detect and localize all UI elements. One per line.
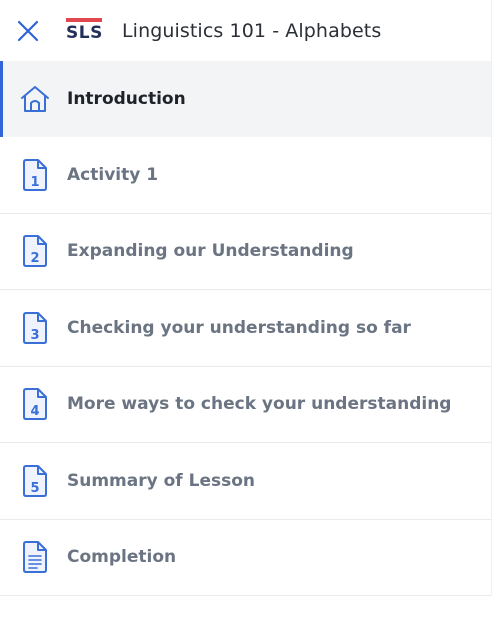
home-icon: [21, 86, 49, 112]
document-number-icon: 2: [23, 235, 47, 268]
nav-item-summary[interactable]: 5 Summary of Lesson: [0, 443, 492, 520]
close-button[interactable]: [0, 0, 56, 61]
document-lines-icon: [23, 541, 47, 574]
nav-item-label: More ways to check your understanding: [67, 394, 452, 415]
document-number-icon: 1: [23, 158, 47, 191]
document-number: 2: [30, 251, 39, 266]
nav-item-label: Introduction: [67, 89, 186, 109]
document-number-icon: 5: [23, 464, 47, 497]
nav-item-checking-understanding[interactable]: 3 Checking your understanding so far: [0, 290, 492, 367]
nav-item-label: Checking your understanding so far: [67, 317, 411, 338]
document-number: 1: [30, 175, 39, 190]
nav-item-introduction[interactable]: Introduction: [0, 61, 492, 137]
document-number: 3: [30, 328, 39, 343]
page-title: Linguistics 101 - Alphabets: [122, 19, 382, 42]
document-number-icon: 4: [23, 388, 47, 421]
sls-logo: SLS: [66, 17, 103, 44]
nav-item-expanding-understanding[interactable]: 2 Expanding our Understanding: [0, 213, 492, 290]
logo-text: SLS: [66, 22, 103, 43]
nav-item-label: Activity 1: [67, 164, 159, 185]
document-number: 5: [30, 481, 39, 496]
lesson-nav: Introduction 1 Activity 1 2 Expanding ou…: [0, 61, 492, 596]
document-number: 4: [30, 404, 39, 419]
nav-item-activity-1[interactable]: 1 Activity 1: [0, 137, 492, 214]
app-header: SLS Linguistics 101 - Alphabets: [0, 0, 492, 61]
nav-item-more-ways[interactable]: 4 More ways to check your understanding: [0, 366, 492, 443]
nav-item-label: Completion: [67, 547, 177, 568]
nav-item-label: Summary of Lesson: [67, 470, 256, 491]
nav-item-label: Expanding our Understanding: [67, 241, 354, 262]
nav-item-completion[interactable]: Completion: [0, 519, 492, 596]
close-icon: [17, 20, 39, 41]
document-number-icon: 3: [23, 311, 47, 344]
